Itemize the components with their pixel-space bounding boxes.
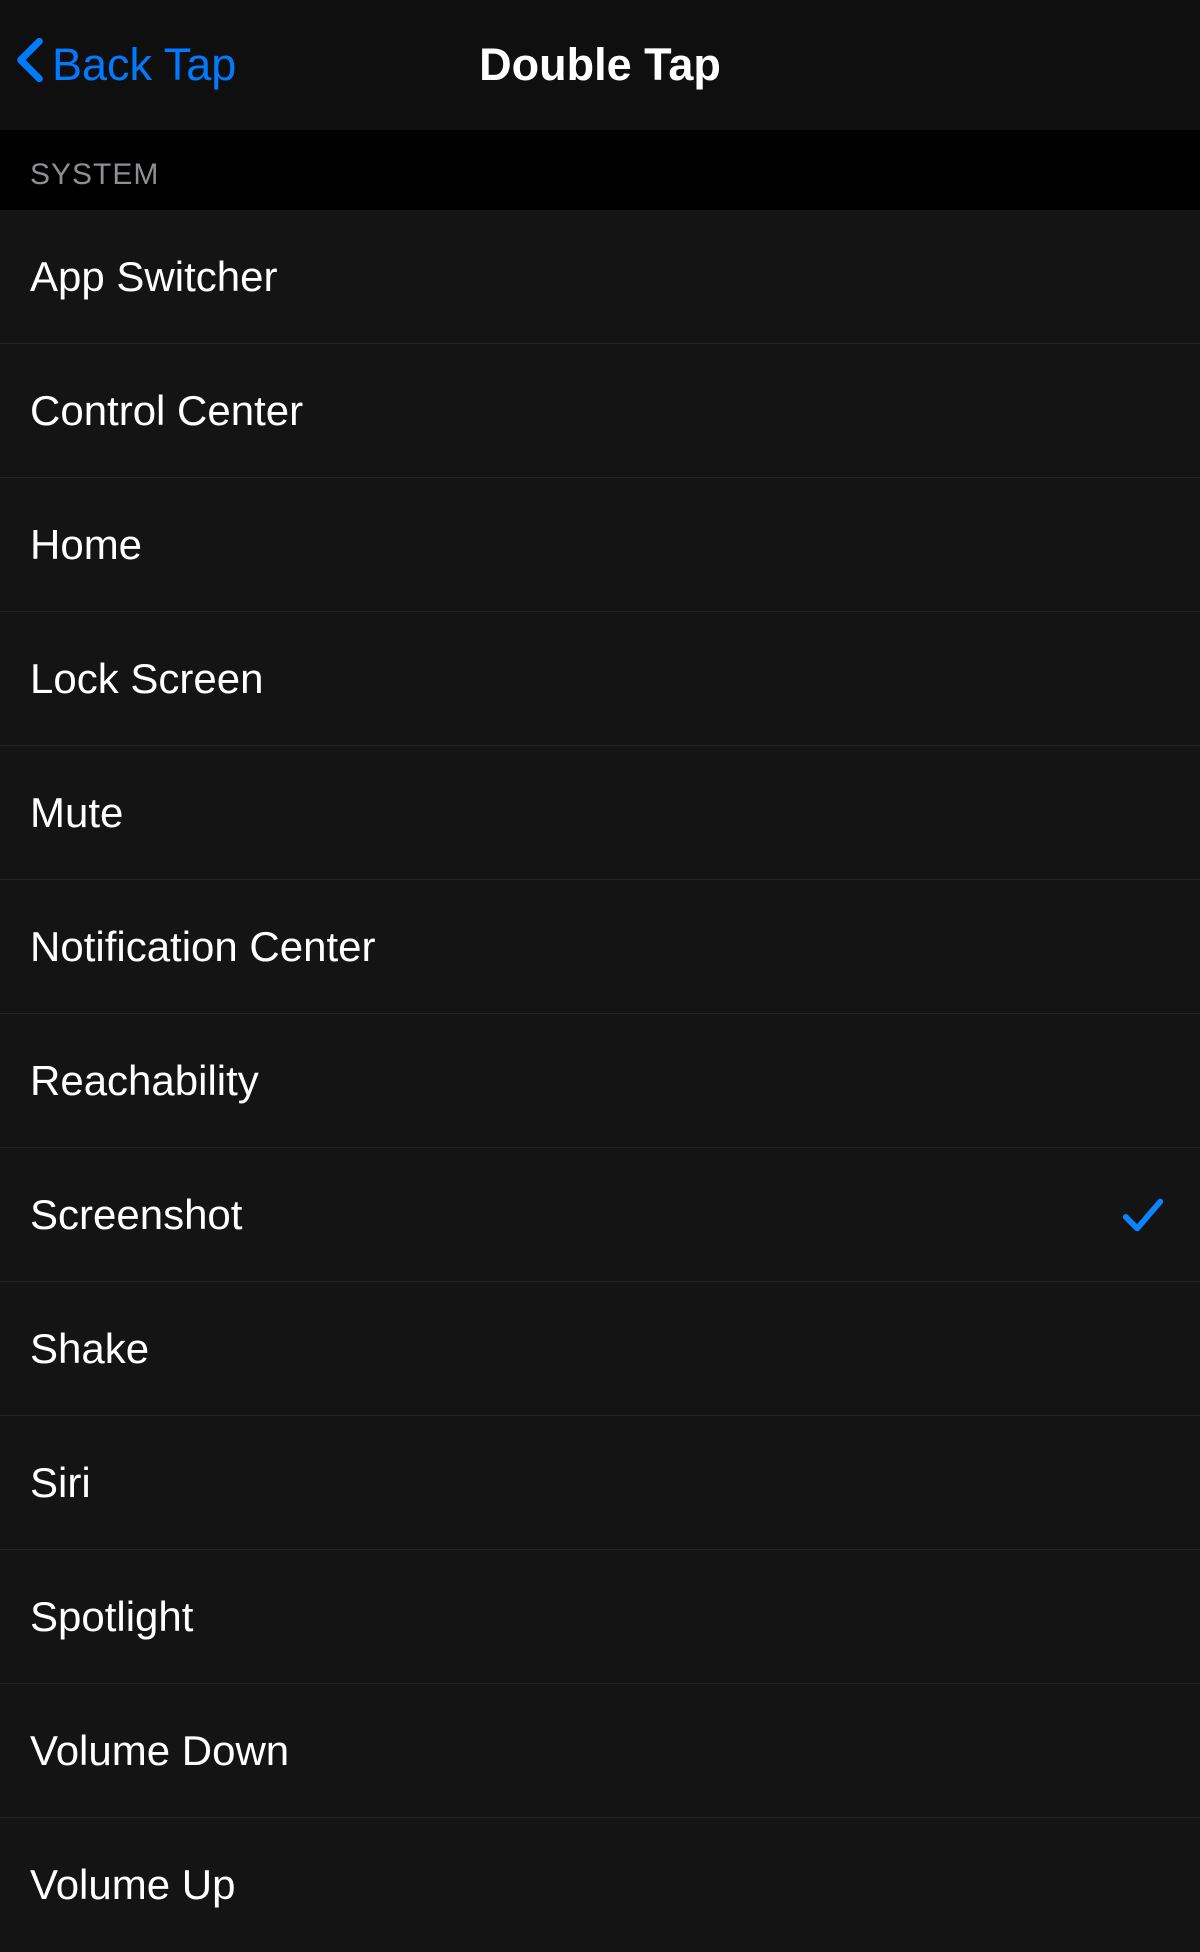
list-item-siri[interactable]: Siri bbox=[0, 1416, 1200, 1550]
list-item-label: Screenshot bbox=[30, 1191, 242, 1239]
list-item-control-center[interactable]: Control Center bbox=[0, 344, 1200, 478]
list-item-label: App Switcher bbox=[30, 253, 277, 301]
list-item-spotlight[interactable]: Spotlight bbox=[0, 1550, 1200, 1684]
list-item-label: Volume Down bbox=[30, 1727, 289, 1775]
list-item-label: Siri bbox=[30, 1459, 91, 1507]
checkmark-icon bbox=[1120, 1192, 1166, 1238]
list-item-label: Spotlight bbox=[30, 1593, 193, 1641]
navbar: Back Tap Double Tap bbox=[0, 0, 1200, 130]
page-title: Double Tap bbox=[479, 39, 721, 91]
list-item-mute[interactable]: Mute bbox=[0, 746, 1200, 880]
list-item-volume-down[interactable]: Volume Down bbox=[0, 1684, 1200, 1818]
list-item-notification-center[interactable]: Notification Center bbox=[0, 880, 1200, 1014]
list-item-screenshot[interactable]: Screenshot bbox=[0, 1148, 1200, 1282]
back-button[interactable]: Back Tap bbox=[16, 36, 236, 95]
list-item-label: Shake bbox=[30, 1325, 149, 1373]
list-item-label: Reachability bbox=[30, 1057, 259, 1105]
list-item-shake[interactable]: Shake bbox=[0, 1282, 1200, 1416]
list-item-label: Mute bbox=[30, 789, 123, 837]
system-actions-list: App Switcher Control Center Home Lock Sc… bbox=[0, 210, 1200, 1952]
list-item-home[interactable]: Home bbox=[0, 478, 1200, 612]
list-item-label: Volume Up bbox=[30, 1861, 235, 1909]
list-item-volume-up[interactable]: Volume Up bbox=[0, 1818, 1200, 1952]
chevron-left-icon bbox=[16, 36, 44, 95]
list-item-label: Control Center bbox=[30, 387, 303, 435]
list-item-label: Lock Screen bbox=[30, 655, 263, 703]
list-item-app-switcher[interactable]: App Switcher bbox=[0, 210, 1200, 344]
list-item-label: Notification Center bbox=[30, 923, 376, 971]
list-item-label: Home bbox=[30, 521, 142, 569]
section-header: SYSTEM bbox=[0, 130, 1200, 210]
list-item-lock-screen[interactable]: Lock Screen bbox=[0, 612, 1200, 746]
back-label: Back Tap bbox=[52, 39, 236, 91]
list-item-reachability[interactable]: Reachability bbox=[0, 1014, 1200, 1148]
